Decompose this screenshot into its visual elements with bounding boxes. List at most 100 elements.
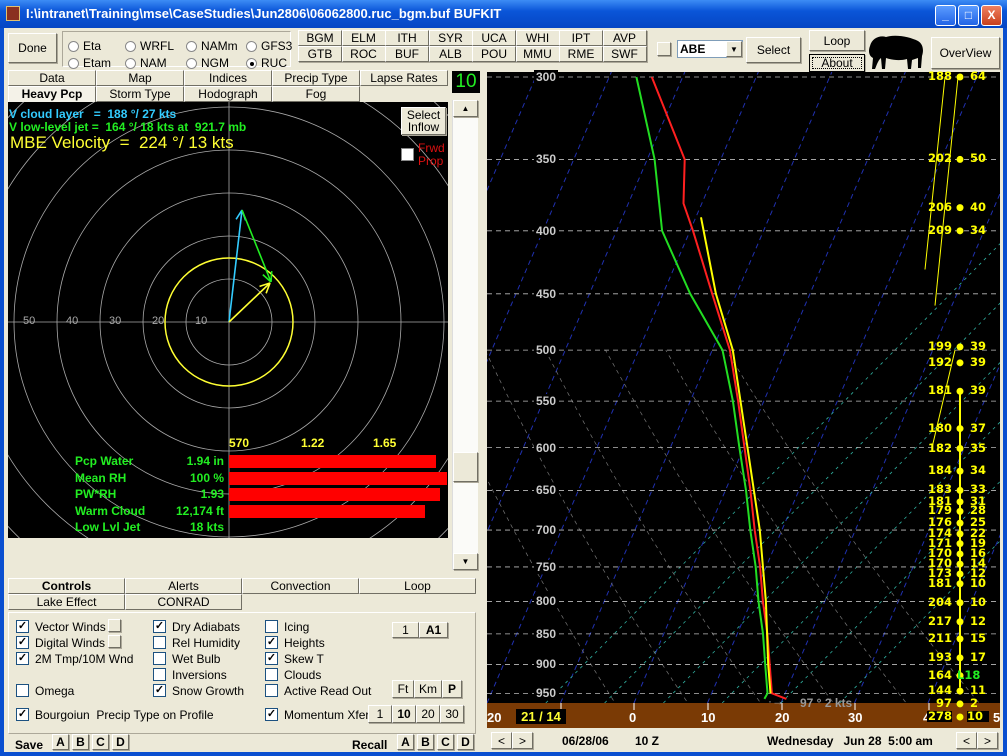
recall-slot-c[interactable]: C <box>437 734 454 750</box>
checkbox-rel-humidity[interactable]: Rel Humidity <box>153 635 240 650</box>
checkbox-wet-bulb[interactable]: Wet Bulb <box>153 651 220 666</box>
button-a1[interactable]: A1 <box>419 622 448 638</box>
model-radio-ruc[interactable]: RUC <box>246 56 287 70</box>
radio-indicator[interactable] <box>125 57 136 69</box>
tab-controls[interactable]: Controls <box>8 578 125 594</box>
station-button-mmu[interactable]: MMU <box>515 46 560 62</box>
loop-button[interactable]: Loop <box>809 30 865 51</box>
check-icon[interactable]: ✓ <box>16 708 29 721</box>
tab-lapse-rates[interactable]: Lapse Rates <box>360 70 448 86</box>
next-station-button[interactable]: > <box>977 732 998 749</box>
checkbox-inversions[interactable]: Inversions <box>153 667 227 682</box>
check-icon[interactable]: ✓ <box>153 620 166 633</box>
tab-map[interactable]: Map <box>96 70 184 86</box>
scroll-thumb[interactable] <box>453 452 478 482</box>
radio-indicator[interactable] <box>246 57 257 69</box>
checkbox-heights[interactable]: ✓ Heights <box>265 635 325 650</box>
unit-button-p[interactable]: P <box>442 680 462 698</box>
maximize-button[interactable]: □ <box>958 5 979 26</box>
tab-alerts[interactable]: Alerts <box>125 578 242 594</box>
tab-conrad[interactable]: CONRAD <box>125 594 242 610</box>
check-icon[interactable]: ✓ <box>265 652 278 665</box>
radio-indicator[interactable] <box>186 40 197 52</box>
momentum-button-10[interactable]: 10 <box>392 705 416 723</box>
overview-button[interactable]: OverView <box>931 37 1000 69</box>
tab-indices[interactable]: Indices <box>184 70 272 86</box>
station-button-gtb[interactable]: GTB <box>298 46 342 62</box>
prev-station-button[interactable]: < <box>956 732 977 749</box>
model-radio-nam[interactable]: NAM <box>125 56 167 70</box>
checkbox-dry-adiabats[interactable]: ✓ Dry Adiabats <box>153 619 240 634</box>
momentum-button-1[interactable]: 1 <box>368 705 392 723</box>
tab-convection[interactable]: Convection <box>242 578 359 594</box>
model-radio-gfs3[interactable]: GFS3 <box>246 39 292 53</box>
station-button-avp[interactable]: AVP <box>602 30 647 46</box>
checkbox-box[interactable] <box>265 620 278 633</box>
checkbox-tmp-wnd[interactable]: ✓ 2M Tmp/10M Wnd <box>16 651 133 666</box>
minimize-button[interactable]: _ <box>935 5 956 26</box>
station-combo[interactable]: ABE ▼ <box>677 40 743 58</box>
recall-slot-d[interactable]: D <box>457 734 474 750</box>
radio-indicator[interactable] <box>125 40 136 52</box>
checkbox-box[interactable] <box>265 668 278 681</box>
tab-data[interactable]: Data <box>8 70 96 86</box>
unit-button-km[interactable]: Km <box>414 680 442 698</box>
model-radio-namm[interactable]: NAMm <box>186 39 238 53</box>
checkbox-skew-t[interactable]: ✓ Skew T <box>265 651 324 666</box>
frwd-prop-checkbox[interactable] <box>401 148 414 161</box>
station-button-alb[interactable]: ALB <box>428 46 473 62</box>
about-button[interactable]: About <box>809 54 865 72</box>
check-icon[interactable]: ✓ <box>16 636 29 649</box>
tab-hodograph[interactable]: Hodograph <box>184 86 272 102</box>
station-button-whi[interactable]: WHI <box>515 30 560 46</box>
station-button-syr[interactable]: SYR <box>428 30 473 46</box>
checkbox-box[interactable] <box>16 684 29 697</box>
save-slot-b[interactable]: B <box>72 734 89 750</box>
small-square-button-vector[interactable] <box>108 619 121 632</box>
station-button-bgm[interactable]: BGM <box>298 30 342 46</box>
button-1[interactable]: 1 <box>392 622 419 638</box>
station-button-pou[interactable]: POU <box>472 46 516 62</box>
radio-indicator[interactable] <box>186 57 197 69</box>
checkbox-box[interactable] <box>153 668 166 681</box>
recall-slot-b[interactable]: B <box>417 734 434 750</box>
station-button-rme[interactable]: RME <box>559 46 603 62</box>
scroll-down-button[interactable]: ▼ <box>453 553 478 570</box>
save-slot-c[interactable]: C <box>92 734 109 750</box>
save-slot-d[interactable]: D <box>112 734 129 750</box>
radio-indicator[interactable] <box>246 40 257 52</box>
tab-storm-type[interactable]: Storm Type <box>96 86 184 102</box>
model-radio-eta[interactable]: Eta <box>68 39 101 53</box>
select-inflow-button[interactable]: Select Inflow <box>401 107 446 135</box>
station-button-ith[interactable]: ITH <box>385 30 429 46</box>
checkbox-clouds[interactable]: Clouds <box>265 667 321 682</box>
small-square-button-digital[interactable] <box>108 635 121 648</box>
checkbox-momentum-xfer[interactable]: ✓ Momentum Xfer <box>265 707 369 722</box>
station-button-roc[interactable]: ROC <box>341 46 386 62</box>
next-time-button[interactable]: > <box>512 732 533 749</box>
radio-indicator[interactable] <box>68 40 79 52</box>
check-icon[interactable]: ✓ <box>265 636 278 649</box>
close-button[interactable]: X <box>981 5 1002 26</box>
done-button[interactable]: Done <box>8 33 57 63</box>
checkbox-active-read-out[interactable]: Active Read Out <box>265 683 371 698</box>
model-radio-etam[interactable]: Etam <box>68 56 111 70</box>
station-button-ipt[interactable]: IPT <box>559 30 603 46</box>
unit-button-ft[interactable]: Ft <box>392 680 414 698</box>
checkbox-box[interactable] <box>153 636 166 649</box>
checkbox-digital-winds[interactable]: ✓ Digital Winds <box>16 635 105 650</box>
check-icon[interactable]: ✓ <box>16 652 29 665</box>
station-button-swf[interactable]: SWF <box>602 46 647 62</box>
tab-fog[interactable]: Fog <box>272 86 360 102</box>
tab-heavy-pcp[interactable]: Heavy Pcp <box>8 86 96 102</box>
checkbox-bourgoiun[interactable]: ✓ Bourgoiun Precip Type on Profile <box>16 707 214 722</box>
chevron-down-icon[interactable]: ▼ <box>726 41 742 57</box>
check-icon[interactable]: ✓ <box>16 620 29 633</box>
recall-slot-a[interactable]: A <box>397 734 414 750</box>
check-icon[interactable]: ✓ <box>153 684 166 697</box>
checkbox-omega[interactable]: Omega <box>16 683 74 698</box>
station-button-buf[interactable]: BUF <box>385 46 429 62</box>
vertical-scrollbar[interactable]: ▲ ▼ <box>452 100 478 570</box>
select-button[interactable]: Select <box>746 37 801 63</box>
momentum-button-30[interactable]: 30 <box>440 705 464 723</box>
